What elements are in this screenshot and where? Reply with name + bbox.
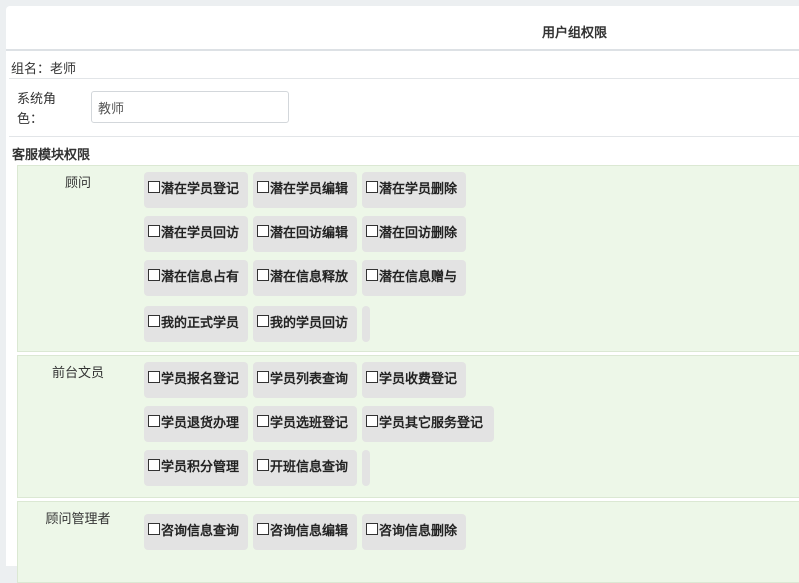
permission-checkbox[interactable]: 学员列表查询 bbox=[253, 362, 357, 398]
permission-checkbox[interactable]: 咨询信息编辑 bbox=[253, 514, 357, 550]
checkbox-icon[interactable] bbox=[148, 415, 160, 427]
divider bbox=[9, 78, 799, 79]
checkbox-icon[interactable] bbox=[148, 371, 160, 383]
permission-checkbox[interactable]: 潜在信息占有 bbox=[144, 260, 248, 296]
checkbox-icon[interactable] bbox=[148, 269, 160, 281]
permission-checkbox[interactable]: 学员收费登记 bbox=[362, 362, 466, 398]
divider bbox=[9, 136, 799, 137]
checkbox-icon[interactable] bbox=[257, 459, 269, 471]
permission-checkbox[interactable]: 潜在学员删除 bbox=[362, 172, 466, 208]
permission-checkbox[interactable]: 学员选班登记 bbox=[253, 406, 357, 442]
checkbox-icon[interactable] bbox=[148, 181, 160, 193]
checkbox-icon[interactable] bbox=[148, 523, 160, 535]
checkbox-icon[interactable] bbox=[148, 225, 160, 237]
permission-checkbox[interactable]: 我的正式学员 bbox=[144, 306, 248, 342]
module-front-desk: 前台文员 学员报名登记 学员列表查询 学员收费登记 学员退货办理 学员选班登记 … bbox=[17, 355, 799, 498]
checkbox-icon[interactable] bbox=[148, 315, 160, 327]
checkbox-icon[interactable] bbox=[366, 181, 378, 193]
group-name-value: 老师 bbox=[50, 62, 77, 77]
checkbox-icon[interactable] bbox=[257, 371, 269, 383]
checkbox-icon[interactable] bbox=[257, 523, 269, 535]
module-consultant: 顾问 潜在学员登记 潜在学员编辑 潜在学员删除 潜在学员回访 潜在回访编辑 潜在… bbox=[17, 165, 799, 352]
module-name: 顾问管理者 bbox=[45, 512, 111, 527]
checkbox-icon[interactable] bbox=[257, 315, 269, 327]
checkbox-icon[interactable] bbox=[257, 415, 269, 427]
checkbox-icon[interactable] bbox=[257, 181, 269, 193]
permission-checkbox[interactable]: 开班信息查询 bbox=[253, 450, 357, 486]
permission-checkbox[interactable]: 潜在回访删除 bbox=[362, 216, 466, 252]
checkbox-icon[interactable] bbox=[366, 225, 378, 237]
checkbox-icon[interactable] bbox=[257, 225, 269, 237]
permission-checkbox[interactable]: 潜在信息赠与 bbox=[362, 260, 466, 296]
module-name: 前台文员 bbox=[51, 366, 104, 381]
role-input[interactable] bbox=[91, 91, 289, 123]
module-consultant-manager: 顾问管理者 咨询信息查询 咨询信息编辑 咨询信息删除 bbox=[17, 501, 799, 583]
permission-checkbox[interactable]: 咨询信息查询 bbox=[144, 514, 248, 550]
permission-checkbox[interactable]: 我的学员回访 bbox=[253, 306, 357, 342]
permissions-panel: 用户组权限 组名：老师 系统角色： 客服模块权限 顾问 潜在学员登记 潜在学员编… bbox=[6, 6, 799, 583]
checkbox-icon[interactable] bbox=[148, 459, 160, 471]
checkbox-icon[interactable] bbox=[366, 415, 378, 427]
permission-checkbox[interactable]: 潜在信息释放 bbox=[253, 260, 357, 296]
panel-header: 用户组权限 bbox=[6, 6, 799, 51]
permission-checkbox[interactable]: 潜在学员回访 bbox=[144, 216, 248, 252]
permission-checkbox[interactable]: 学员退货办理 bbox=[144, 406, 248, 442]
permission-checkbox[interactable]: 潜在学员编辑 bbox=[253, 172, 357, 208]
permission-checkbox[interactable]: 学员报名登记 bbox=[144, 362, 248, 398]
group-name-label: 组名： bbox=[11, 62, 51, 77]
checkbox-icon[interactable] bbox=[366, 269, 378, 281]
permission-checkbox[interactable]: 潜在回访编辑 bbox=[253, 216, 357, 252]
checkbox-icon[interactable] bbox=[366, 371, 378, 383]
permission-checkbox[interactable]: 学员积分管理 bbox=[144, 450, 248, 486]
module-name: 顾问 bbox=[64, 176, 91, 191]
checkbox-icon[interactable] bbox=[366, 523, 378, 535]
role-label: 系统角色： bbox=[17, 92, 57, 127]
page-title: 用户组权限 bbox=[542, 26, 608, 41]
empty-slot bbox=[362, 306, 370, 342]
group-name-row: 组名：老师 bbox=[11, 58, 76, 77]
permission-checkbox[interactable]: 咨询信息删除 bbox=[362, 514, 466, 550]
section-title: 客服模块权限 bbox=[12, 148, 91, 163]
checkbox-icon[interactable] bbox=[257, 269, 269, 281]
permission-checkbox[interactable]: 潜在学员登记 bbox=[144, 172, 248, 208]
permission-checkbox[interactable]: 学员其它服务登记 bbox=[362, 406, 494, 442]
empty-slot bbox=[362, 450, 370, 486]
